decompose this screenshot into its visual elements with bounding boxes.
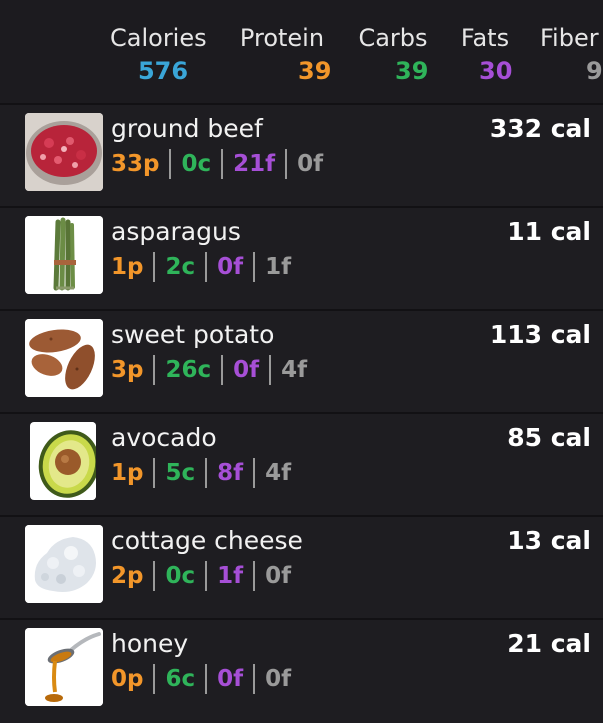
sweet-potato-icon bbox=[25, 319, 103, 397]
food-name: asparagus bbox=[111, 217, 241, 246]
fiber-value: 1f bbox=[265, 254, 292, 280]
carbs-value: 2c bbox=[165, 254, 196, 280]
fats-label: Fats bbox=[460, 24, 510, 52]
carbs-value: 5c bbox=[165, 460, 196, 486]
protein-value: 2p bbox=[111, 563, 144, 589]
summary-carbs: Carbs 39 bbox=[357, 22, 429, 88]
divider bbox=[169, 149, 172, 179]
divider bbox=[153, 355, 156, 385]
summary-fats: Fats 30 bbox=[459, 22, 513, 88]
divider bbox=[205, 458, 208, 488]
fat-value: 0f bbox=[217, 666, 244, 692]
summary-protein: Protein 39 bbox=[238, 22, 332, 88]
divider bbox=[285, 149, 288, 179]
fat-value: 0f bbox=[217, 254, 244, 280]
fats-total: 30 bbox=[479, 57, 513, 85]
food-calories: 11 cal bbox=[507, 217, 591, 246]
food-macros: 2p 0c 1f 0f bbox=[111, 561, 291, 591]
food-macros: 3p 26c 0f 4f bbox=[111, 355, 307, 385]
food-name: cottage cheese bbox=[111, 526, 303, 555]
food-macros: 33p 0c 21f 0f bbox=[111, 149, 323, 179]
food-row-ground-beef[interactable]: ground beef 332 cal 33p 0c 21f 0f bbox=[0, 103, 603, 208]
fat-value: 8f bbox=[217, 460, 244, 486]
protein-value: 1p bbox=[111, 460, 144, 486]
food-macros: 1p 5c 8f 4f bbox=[111, 458, 291, 488]
divider bbox=[221, 355, 224, 385]
divider bbox=[253, 561, 256, 591]
food-name: avocado bbox=[111, 423, 217, 452]
fat-value: 0f bbox=[233, 357, 260, 383]
food-name: honey bbox=[111, 629, 189, 658]
macro-summary: Calories 576 Protein 39 Carbs 39 Fats 30… bbox=[0, 0, 603, 100]
food-name: sweet potato bbox=[111, 320, 275, 349]
protein-total: 39 bbox=[298, 57, 332, 85]
ground-beef-icon bbox=[25, 113, 103, 191]
divider bbox=[153, 458, 156, 488]
carbs-label: Carbs bbox=[358, 24, 428, 52]
food-macros: 0p 6c 0f 0f bbox=[111, 664, 291, 694]
fiber-value: 4f bbox=[281, 357, 308, 383]
divider bbox=[253, 252, 256, 282]
fiber-total: 9 bbox=[586, 57, 603, 85]
fiber-value: 4f bbox=[265, 460, 292, 486]
food-calories: 113 cal bbox=[489, 320, 591, 349]
fiber-label: Fiber bbox=[540, 24, 599, 52]
protein-value: 3p bbox=[111, 357, 144, 383]
carbs-value: 6c bbox=[165, 666, 196, 692]
fat-value: 21f bbox=[233, 151, 276, 177]
food-row-avocado[interactable]: avocado 85 cal 1p 5c 8f 4f bbox=[0, 412, 603, 517]
divider bbox=[153, 664, 156, 694]
fiber-value: 0f bbox=[297, 151, 324, 177]
food-name: ground beef bbox=[111, 114, 263, 143]
fiber-value: 0f bbox=[265, 563, 292, 589]
food-calories: 21 cal bbox=[507, 629, 591, 658]
divider bbox=[221, 149, 224, 179]
food-row-cottage-cheese[interactable]: cottage cheese 13 cal 2p 0c 1f 0f bbox=[0, 515, 603, 620]
divider bbox=[253, 458, 256, 488]
food-calories: 13 cal bbox=[507, 526, 591, 555]
fat-value: 1f bbox=[217, 563, 244, 589]
food-row-asparagus[interactable]: asparagus 11 cal 1p 2c 0f 1f bbox=[0, 206, 603, 311]
divider bbox=[153, 252, 156, 282]
carbs-value: 0c bbox=[181, 151, 212, 177]
divider bbox=[205, 252, 208, 282]
summary-fiber: Fiber 9 bbox=[540, 22, 603, 88]
carbs-total: 39 bbox=[395, 57, 429, 85]
protein-label: Protein bbox=[239, 24, 325, 52]
food-macros: 1p 2c 0f 1f bbox=[111, 252, 291, 282]
divider bbox=[205, 561, 208, 591]
honey-icon bbox=[25, 628, 103, 706]
fiber-value: 0f bbox=[265, 666, 292, 692]
cottage-cheese-icon bbox=[25, 525, 103, 603]
protein-value: 33p bbox=[111, 151, 160, 177]
food-row-sweet-potato[interactable]: sweet potato 113 cal 3p 26c 0f 4f bbox=[0, 309, 603, 414]
avocado-icon bbox=[30, 422, 96, 500]
carbs-value: 0c bbox=[165, 563, 196, 589]
protein-value: 1p bbox=[111, 254, 144, 280]
asparagus-icon bbox=[25, 216, 103, 294]
carbs-value: 26c bbox=[165, 357, 212, 383]
food-calories: 85 cal bbox=[507, 423, 591, 452]
divider bbox=[253, 664, 256, 694]
food-row-honey[interactable]: honey 21 cal 0p 6c 0f 0f bbox=[0, 618, 603, 723]
summary-calories: Calories 576 bbox=[110, 22, 207, 88]
protein-value: 0p bbox=[111, 666, 144, 692]
calories-total: 576 bbox=[137, 57, 189, 85]
divider bbox=[269, 355, 272, 385]
food-calories: 332 cal bbox=[489, 114, 591, 143]
divider bbox=[153, 561, 156, 591]
calories-label: Calories bbox=[110, 24, 207, 52]
divider bbox=[205, 664, 208, 694]
